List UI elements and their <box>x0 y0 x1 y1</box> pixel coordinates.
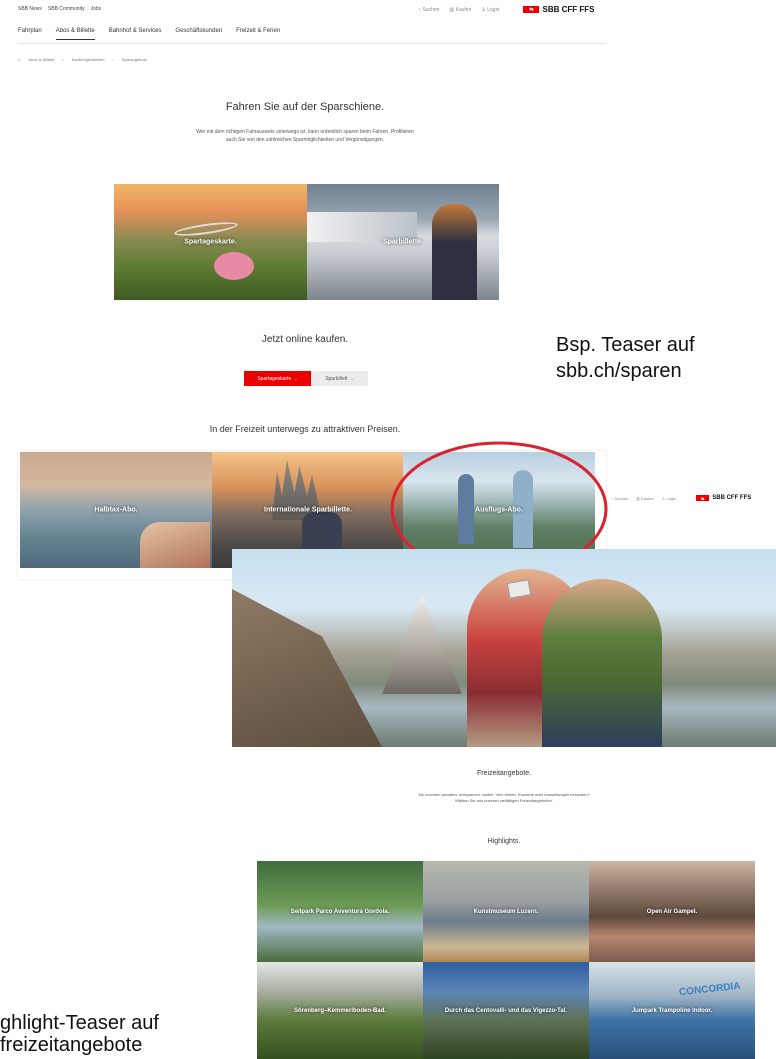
user-icon: ♙ <box>661 495 666 501</box>
breadcrumb: ⌂ Abos & Billette › Kaufmöglichkeiten › Sp… <box>18 57 147 62</box>
breadcrumb-item[interactable]: Abos & Billette <box>28 57 54 62</box>
freizeit-row-title: In der Freizeit unterwegs zu attraktiven… <box>209 424 401 434</box>
cart-link[interactable]: ▥ Kaufen <box>636 496 654 501</box>
spartageskarte-button[interactable]: Spartageskarte → <box>244 371 311 386</box>
freizeitangebote-lead: Sie möchten wandern, entspannen, baden, … <box>418 792 590 803</box>
cart-icon: ▥ <box>449 6 455 13</box>
sbb-logo[interactable]: ⇆ SBB CFF FFS <box>523 5 594 14</box>
teaser-label: Seilpark Parco Avventura Gordola. <box>290 908 390 915</box>
buy-title: Jetzt online kaufen. <box>261 334 349 345</box>
highlight-soerenberg[interactable]: Sörenberg–Kemmeriboden-Bad. <box>257 962 423 1059</box>
highlight-open-air-gampel[interactable]: Open Air Gampel. <box>589 861 755 962</box>
sparen-title: Fahren Sie auf der Sparschiene. <box>225 101 385 113</box>
woman-graphic <box>432 204 477 300</box>
highlight-centovalli[interactable]: Durch das Centovalli- und das Vigezzo-Ta… <box>423 962 589 1059</box>
teaser-sparbillette[interactable]: Sparbillette. <box>307 184 499 300</box>
search-icon: ○ <box>418 6 422 13</box>
breadcrumb-item: Sparangebote <box>121 57 147 62</box>
teaser-label: Sparbillette. <box>382 238 424 246</box>
breadcrumb-item[interactable]: Kaufmöglichkeiten <box>72 57 105 62</box>
roller-coaster-graphic <box>173 219 239 239</box>
sparen-lead: Wer mit dem richtigen Fahrausweis unterw… <box>196 129 414 143</box>
cart-icon: ▥ <box>636 495 640 501</box>
teaser-label: Kunstmuseum Luzern. <box>473 908 539 915</box>
top-links: SBB News SBB Community Jobs <box>18 6 101 12</box>
highlight-seilpark[interactable]: Seilpark Parco Avventura Gordola. <box>257 861 423 962</box>
piggy-graphic <box>214 252 254 280</box>
sbb-logo-icon: ⇆ <box>696 495 710 501</box>
nav-freizeit-ferien[interactable]: Freizeit & Ferien <box>236 28 280 40</box>
mountain-left-graphic <box>232 589 382 747</box>
nav-bahnhof-services[interactable]: Bahnhof & Services <box>109 28 162 40</box>
nav-fahrplan[interactable]: Fahrplan <box>18 28 42 40</box>
chevron-right-icon: › <box>112 57 114 62</box>
teaser-halbtax[interactable]: Halbtax-Abo. <box>20 452 212 568</box>
sbb-logo[interactable]: ⇆ SBB CFF FFS <box>696 495 751 501</box>
callout-top: Bsp. Teaser auf sbb.ch/sparen <box>556 334 695 382</box>
nav-geschaeftskunden[interactable]: Geschäftskunden <box>175 28 222 40</box>
home-icon[interactable]: ⌂ <box>18 57 20 62</box>
freizeit-hero-image <box>232 549 776 747</box>
teaser-label: Spartageskarte. <box>184 238 237 246</box>
sparbillett-button[interactable]: Sparbillett → <box>311 371 368 386</box>
cart-link[interactable]: ▥ Kaufen <box>449 7 471 13</box>
matterhorn-graphic <box>382 594 462 694</box>
popup-header-tools: ○ Suchen ▥ Kaufen ♙ Login ⇆ SBB CFF FFS <box>611 495 751 501</box>
login-link[interactable]: ♙ Login <box>662 496 677 501</box>
teaser-label: Sörenberg–Kemmeriboden-Bad. <box>293 1007 387 1014</box>
man-graphic <box>542 579 662 747</box>
highlights-title: Highlights. <box>487 838 521 845</box>
teaser-label: Halbtax-Abo. <box>94 506 138 514</box>
header-tools: ○ Suchen ▥ Kaufen ♙ Login ⇆ SBB CFF FFS <box>418 5 594 14</box>
train-graphic <box>307 212 417 242</box>
concordia-sign: CONCORDIA <box>678 980 742 999</box>
sbb-logo-icon: ⇆ <box>523 6 540 13</box>
freizeitangebote-title: Freizeitangebote. <box>476 770 532 777</box>
search-link[interactable]: ○ Suchen <box>418 7 439 13</box>
highlight-kunstmuseum[interactable]: Kunstmuseum Luzern. <box>423 861 589 962</box>
teaser-spartageskarte[interactable]: Spartageskarte. <box>114 184 307 300</box>
teaser-label: Open Air Gampel. <box>646 908 698 915</box>
hand-graphic <box>140 522 210 568</box>
top-link-news[interactable]: SBB News <box>18 6 42 12</box>
search-link[interactable]: ○ Suchen <box>611 496 628 501</box>
search-icon: ○ <box>611 495 614 501</box>
teaser-label: Jumpark Trampoline Indoor. <box>631 1007 713 1014</box>
top-link-community[interactable]: SBB Community <box>48 6 85 12</box>
main-nav: Fahrplan Abos & Billette Bahnhof & Servi… <box>18 28 280 40</box>
login-link[interactable]: ♙ Login <box>481 7 499 13</box>
top-link-jobs[interactable]: Jobs <box>91 6 102 12</box>
nav-abos-billette[interactable]: Abos & Billette <box>55 28 95 40</box>
user-icon: ♙ <box>481 6 486 13</box>
callout-bottom: ghlight-Teaser auf freizeitangebote <box>0 1012 159 1056</box>
highlight-jumpark[interactable]: CONCORDIA Jumpark Trampoline Indoor. <box>589 962 755 1059</box>
teaser-label: Durch das Centovalli- und das Vigezzo-Ta… <box>444 1007 568 1014</box>
chevron-right-icon: › <box>62 57 64 62</box>
teaser-label: Internationale Sparbillette. <box>264 506 352 514</box>
header-divider <box>18 43 606 44</box>
